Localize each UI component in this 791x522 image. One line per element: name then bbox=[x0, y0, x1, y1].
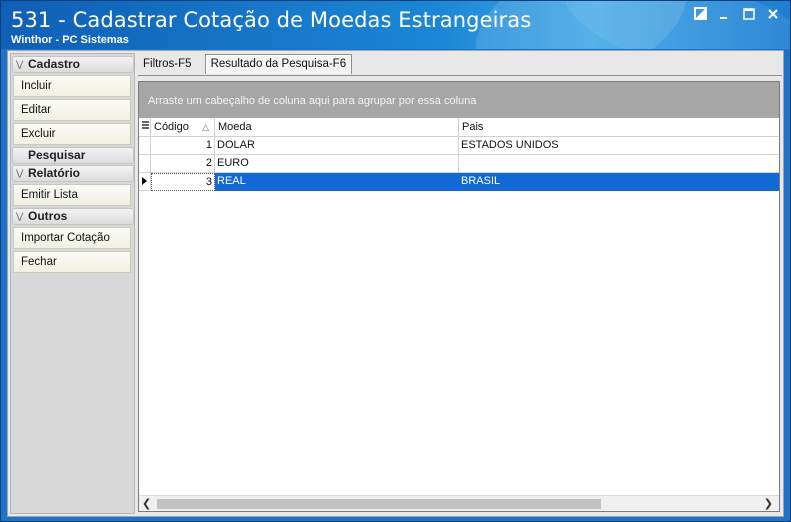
maximize-icon[interactable] bbox=[740, 7, 758, 25]
main-content: Filtros-F5 Resultado da Pesquisa-F6 Arra… bbox=[138, 53, 782, 514]
excluir-button[interactable]: Excluir bbox=[13, 123, 131, 145]
current-row-arrow-icon bbox=[142, 177, 147, 185]
cell-moeda: REAL bbox=[215, 173, 459, 191]
group-by-hint: Arraste um cabeçalho de coluna aqui para… bbox=[148, 95, 477, 107]
importar-cotacao-button[interactable]: Importar Cotação bbox=[13, 227, 131, 249]
horizontal-scrollbar[interactable]: ❮ ❯ bbox=[139, 495, 779, 511]
sort-ascending-icon: △ bbox=[202, 122, 209, 132]
cell-pais: BRASIL bbox=[459, 173, 779, 191]
grid-header: Código △ Moeda Pais bbox=[139, 118, 779, 137]
results-grid: Arraste um cabeçalho de coluna aqui para… bbox=[138, 81, 780, 512]
row-indicator bbox=[139, 137, 151, 155]
close-icon[interactable] bbox=[764, 7, 782, 25]
cell-codigo: 3 bbox=[151, 173, 215, 191]
window-subtitle: Winthor - PC Sistemas bbox=[11, 34, 129, 46]
column-chooser-icon[interactable] bbox=[139, 118, 151, 137]
title-bar[interactable]: 531 - Cadastrar Cotação de Moedas Estran… bbox=[1, 1, 790, 49]
group-label: Cadastro bbox=[28, 57, 81, 71]
column-header-codigo[interactable]: Código △ bbox=[151, 118, 215, 137]
fechar-button[interactable]: Fechar bbox=[13, 251, 131, 273]
cell-pais bbox=[459, 155, 779, 173]
client-area: ⋁ Cadastro Incluir Editar Excluir Pesqui… bbox=[7, 50, 784, 517]
group-label: Relatório bbox=[28, 166, 81, 180]
group-header-outros[interactable]: ⋁ Outros bbox=[12, 208, 134, 225]
collapse-chevron-icon[interactable]: ⋁ bbox=[16, 166, 23, 181]
column-header-moeda[interactable]: Moeda bbox=[215, 118, 459, 137]
group-header-pesquisar[interactable]: Pesquisar bbox=[12, 147, 134, 164]
table-row[interactable]: 2 EURO bbox=[139, 155, 779, 173]
emitir-lista-button[interactable]: Emitir Lista bbox=[13, 184, 131, 206]
tab-filtros[interactable]: Filtros-F5 bbox=[138, 55, 197, 75]
collapse-chevron-icon[interactable]: ⋁ bbox=[16, 57, 23, 72]
editar-button[interactable]: Editar bbox=[13, 99, 131, 121]
cell-moeda: EURO bbox=[215, 155, 459, 173]
scroll-right-icon[interactable]: ❯ bbox=[764, 497, 773, 510]
application-window: 531 - Cadastrar Cotação de Moedas Estran… bbox=[0, 0, 791, 522]
collapse-chevron-icon[interactable]: ⋁ bbox=[16, 209, 23, 224]
row-indicator bbox=[139, 155, 151, 173]
minimize-icon[interactable] bbox=[716, 7, 734, 25]
cell-codigo: 2 bbox=[151, 155, 215, 173]
restore-icon[interactable] bbox=[692, 7, 710, 25]
table-row[interactable]: 1 DOLAR ESTADOS UNIDOS bbox=[139, 137, 779, 155]
scrollbar-thumb[interactable] bbox=[157, 499, 601, 509]
table-row-selected[interactable]: 3 REAL BRASIL bbox=[139, 173, 779, 191]
tab-strip: Filtros-F5 Resultado da Pesquisa-F6 bbox=[138, 53, 353, 75]
incluir-button[interactable]: Incluir bbox=[13, 75, 131, 97]
group-label: Pesquisar bbox=[28, 148, 86, 162]
cell-codigo: 1 bbox=[151, 137, 215, 155]
group-by-panel[interactable]: Arraste um cabeçalho de coluna aqui para… bbox=[139, 82, 779, 118]
row-indicator bbox=[139, 173, 151, 191]
cell-moeda: DOLAR bbox=[215, 137, 459, 155]
tab-divider bbox=[138, 75, 782, 76]
scroll-left-icon[interactable]: ❮ bbox=[142, 497, 151, 510]
tab-resultado-pesquisa[interactable]: Resultado da Pesquisa-F6 bbox=[204, 54, 353, 74]
cell-pais: ESTADOS UNIDOS bbox=[459, 137, 779, 155]
group-label: Outros bbox=[28, 209, 68, 223]
group-header-cadastro[interactable]: ⋁ Cadastro bbox=[12, 56, 134, 73]
group-header-relatorio[interactable]: ⋁ Relatório bbox=[12, 165, 134, 182]
navigation-sidebar: ⋁ Cadastro Incluir Editar Excluir Pesqui… bbox=[10, 53, 135, 514]
column-header-pais[interactable]: Pais bbox=[459, 118, 779, 137]
window-title: 531 - Cadastrar Cotação de Moedas Estran… bbox=[11, 8, 532, 32]
